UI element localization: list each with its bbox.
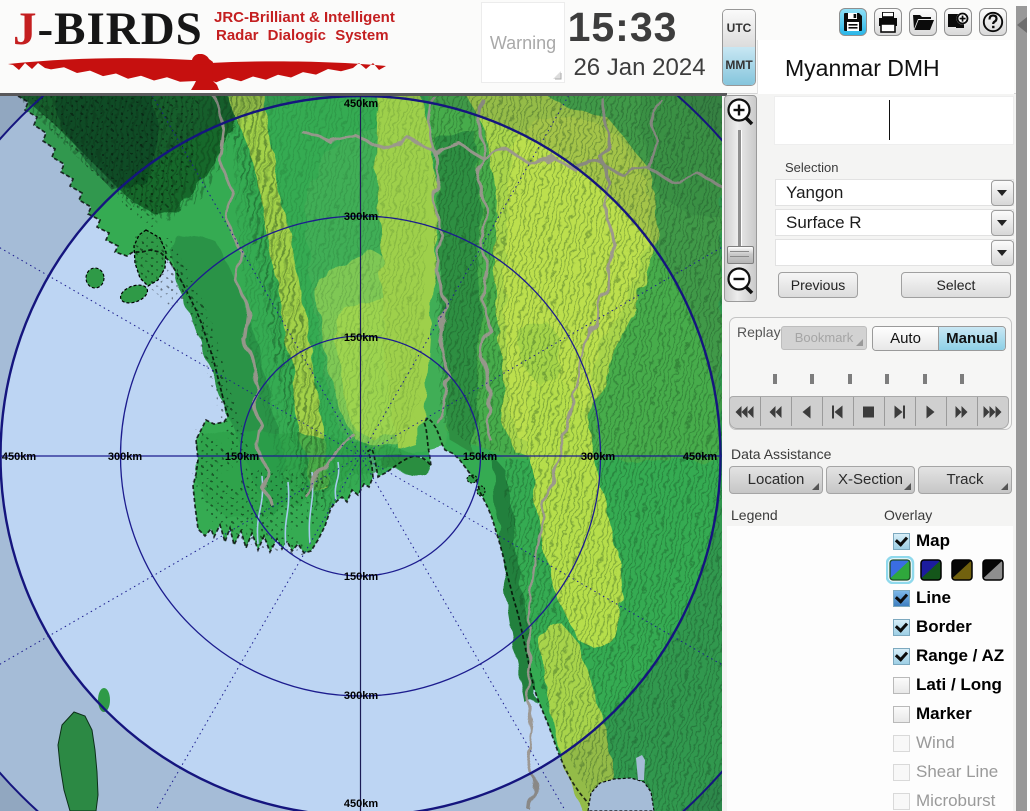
svg-text:300km: 300km: [344, 690, 378, 702]
svg-text:300km: 300km: [108, 451, 142, 463]
svg-text:150km: 150km: [344, 571, 378, 583]
svg-text:150km: 150km: [225, 451, 259, 463]
svg-text:150km: 150km: [344, 332, 378, 344]
svg-text:450km: 450km: [344, 798, 378, 810]
svg-text:300km: 300km: [581, 451, 615, 463]
svg-text:450km: 450km: [683, 451, 717, 463]
svg-text:450km: 450km: [344, 98, 378, 110]
svg-text:150km: 150km: [463, 451, 497, 463]
svg-text:450km: 450km: [2, 451, 36, 463]
svg-text:300km: 300km: [344, 211, 378, 223]
